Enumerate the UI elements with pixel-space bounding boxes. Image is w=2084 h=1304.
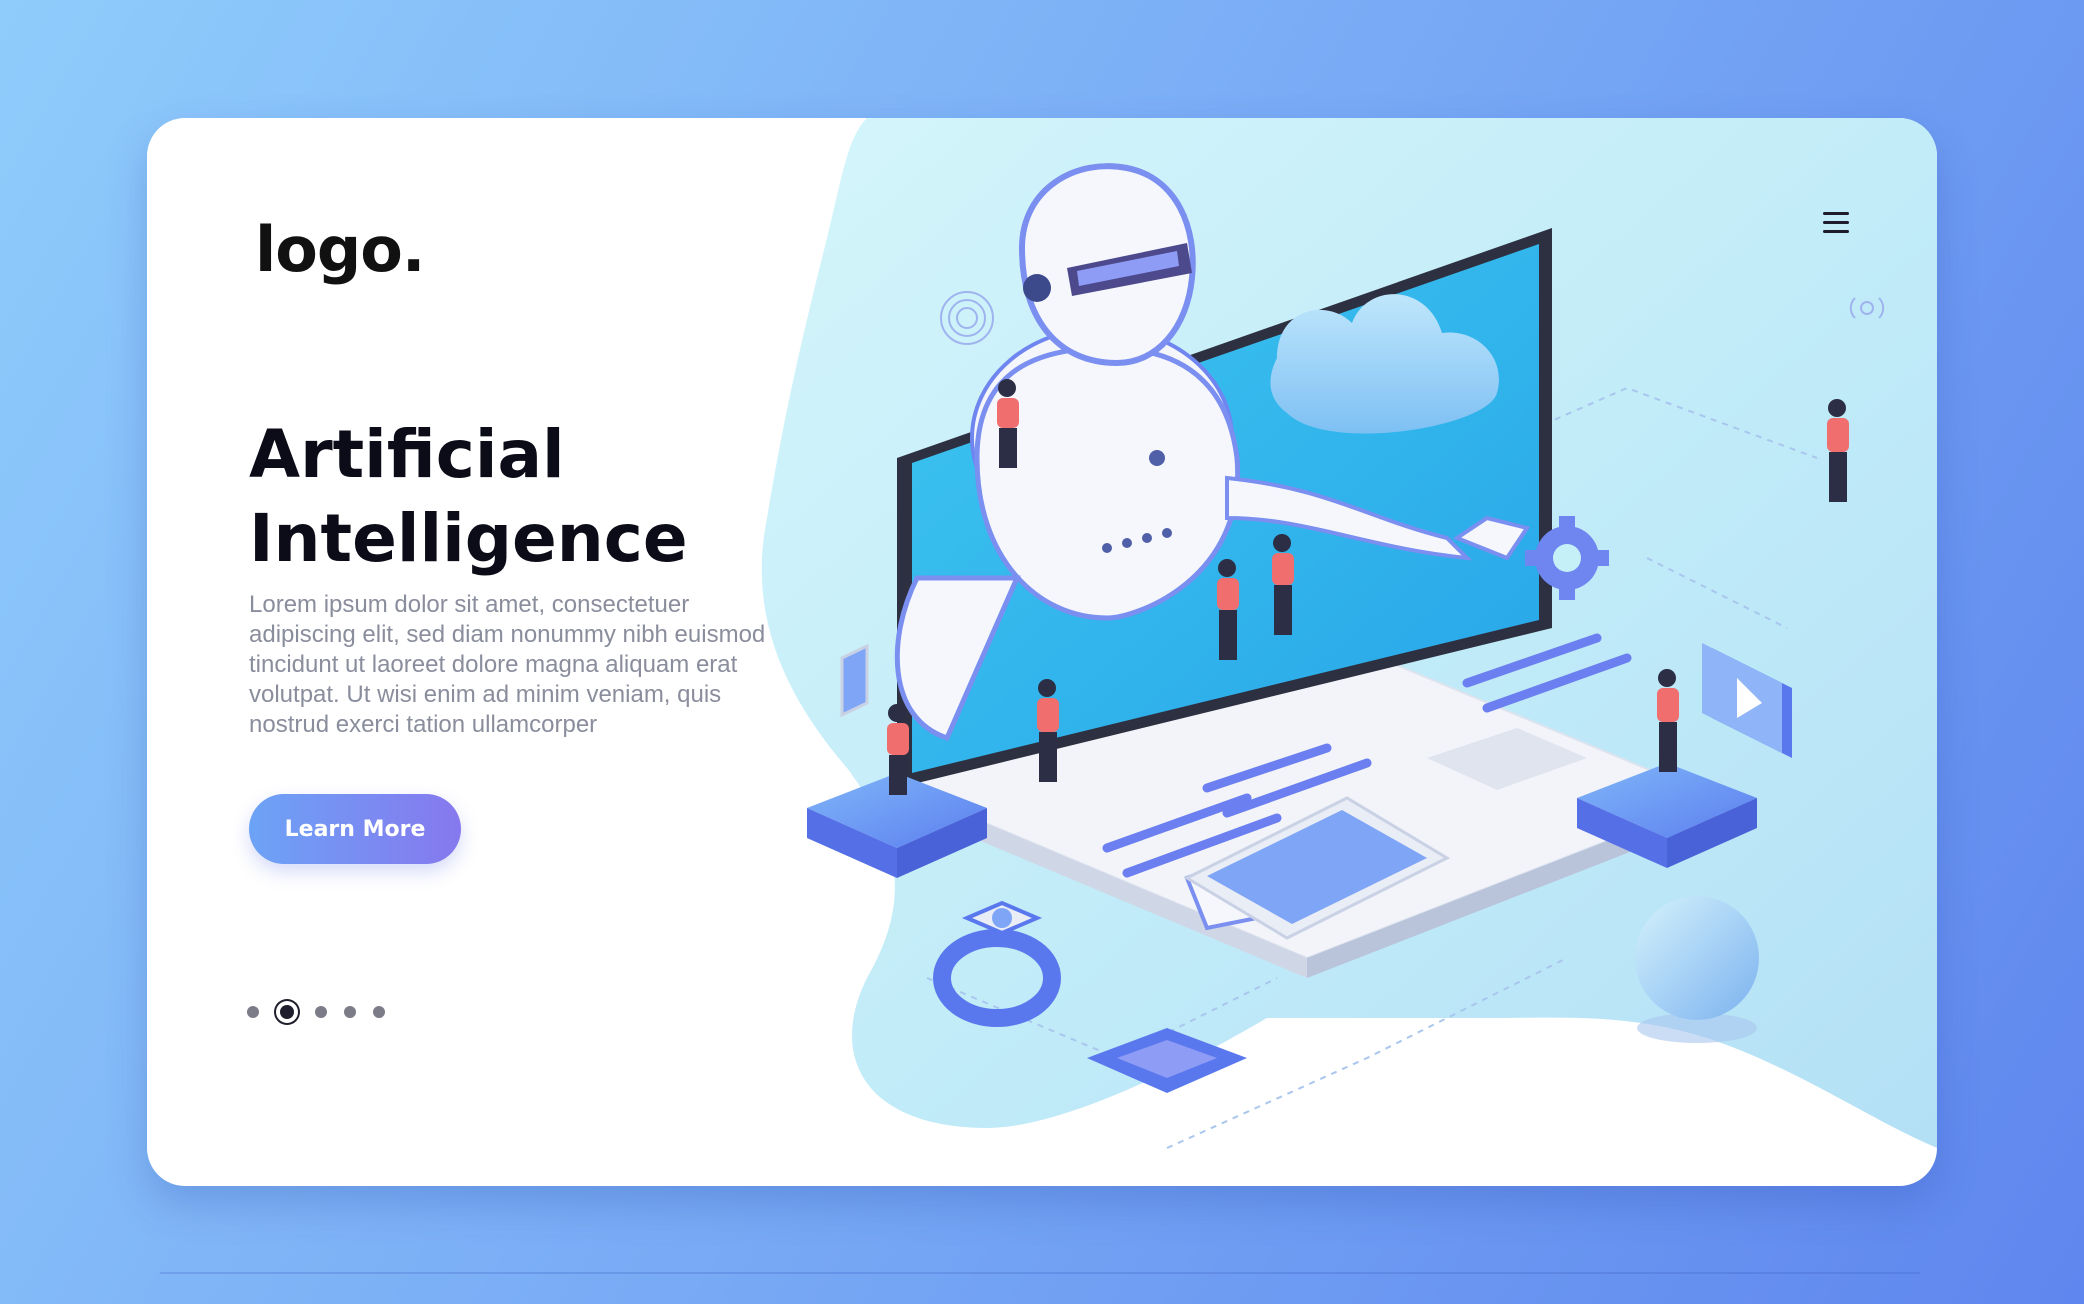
hero-description: Lorem ipsum dolor sit amet, consectetuer… [249, 591, 766, 738]
page-base-line [160, 1272, 1920, 1274]
person [1827, 399, 1849, 502]
pagination-dot[interactable] [344, 1006, 356, 1018]
signal-icon [1849, 297, 1885, 319]
person [1657, 669, 1679, 772]
sphere [1635, 896, 1759, 1043]
learn-more-button[interactable]: Learn More [249, 794, 461, 864]
pagination-dot[interactable] [373, 1006, 385, 1018]
pagination-dot[interactable] [315, 1006, 327, 1018]
ai-illustration [807, 163, 1885, 1149]
logo[interactable]: logo. [255, 213, 425, 286]
hero-title: Artificial Intelligence [249, 416, 688, 577]
tablet-icon [840, 643, 869, 718]
play-video-icon [1702, 643, 1792, 758]
pagination-dots [247, 998, 402, 1026]
pagination-dot-active[interactable] [280, 1005, 294, 1019]
microchip-icon [1087, 1028, 1247, 1093]
landing-card: logo. Artificial Intelligence Lorem ipsu… [147, 118, 1937, 1186]
fingerprint-icon [940, 291, 994, 345]
pagination-dot[interactable] [247, 1006, 259, 1018]
smartwatch-icon [933, 900, 1061, 1027]
